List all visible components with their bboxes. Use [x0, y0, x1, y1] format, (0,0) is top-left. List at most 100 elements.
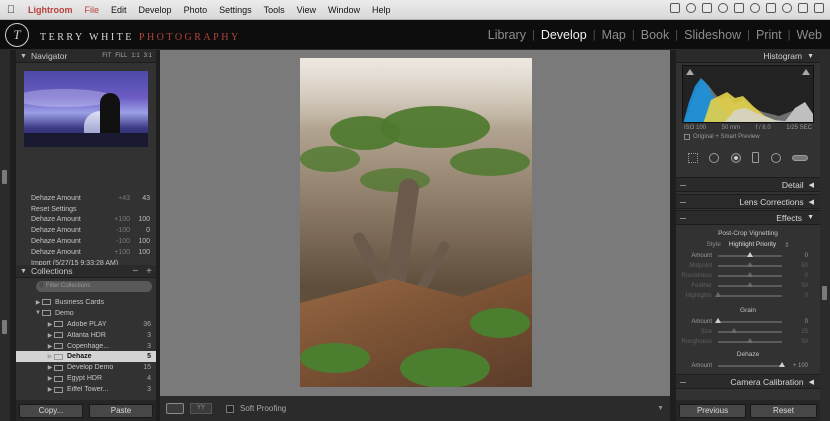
slider-row[interactable]: Feather 50 — [676, 281, 820, 291]
creative-cloud-icon[interactable] — [686, 3, 696, 13]
expand-triangle-icon[interactable]: ▶ — [46, 343, 54, 350]
add-collection-button[interactable]: + — [146, 266, 152, 277]
slider-row[interactable]: Size 25 — [676, 327, 820, 337]
zoom-fit[interactable]: FIT — [102, 53, 111, 59]
module-map[interactable]: Map — [596, 28, 632, 42]
collection-item[interactable]: ▶ Dehaze 5 — [16, 351, 156, 363]
clock-icon[interactable] — [750, 3, 760, 13]
slider-track[interactable] — [718, 252, 782, 257]
menu-window[interactable]: Window — [322, 5, 366, 15]
paste-button[interactable]: Paste — [89, 403, 153, 418]
slider-thumb[interactable] — [747, 252, 753, 257]
collection-item[interactable]: ▶ Egypt HDR 4 — [16, 373, 156, 384]
module-library[interactable]: Library — [482, 28, 532, 42]
slider-track[interactable] — [718, 338, 782, 343]
collection-item[interactable]: ▶ Eiffel Tower... 3 — [16, 384, 156, 395]
zoom-3-1[interactable]: 3:1 — [144, 53, 152, 59]
image-canvas[interactable] — [160, 50, 670, 396]
module-web[interactable]: Web — [791, 28, 828, 42]
zoom-fill[interactable]: FILL — [115, 53, 127, 59]
menu-help[interactable]: Help — [366, 5, 397, 15]
module-book[interactable]: Book — [635, 28, 676, 42]
slider-thumb[interactable] — [747, 282, 753, 287]
collection-item[interactable]: ▶ Copenhage... 3 — [16, 341, 156, 352]
expand-triangle-icon[interactable]: ◀ — [809, 181, 814, 189]
remove-collection-button[interactable]: − — [132, 266, 138, 277]
effects-section-header[interactable]: Effects ▼ — [676, 210, 820, 225]
collection-item[interactable]: ▶ Business Cards — [16, 297, 156, 308]
copy-button[interactable]: Copy... — [19, 403, 83, 418]
left-panel-toggle-icon[interactable] — [2, 170, 7, 184]
slider-track[interactable] — [718, 262, 782, 267]
collapse-triangle-icon[interactable]: ▼ — [807, 214, 814, 221]
spot-removal-icon[interactable] — [709, 152, 720, 163]
expand-triangle-icon[interactable]: ◀ — [809, 378, 814, 386]
shadow-clipping-icon[interactable] — [686, 69, 694, 75]
adjustment-brush-icon[interactable] — [792, 154, 809, 161]
expand-triangle-icon[interactable]: ▶ — [46, 332, 54, 339]
menu-app[interactable]: Lightroom — [22, 5, 79, 15]
collapse-triangle-icon[interactable]: ▼ — [34, 310, 42, 316]
slider-track[interactable] — [718, 282, 782, 287]
detail-section-header[interactable]: Detail ◀ — [676, 177, 820, 192]
wifi-icon[interactable] — [782, 3, 792, 13]
slider-track[interactable] — [715, 318, 782, 323]
expand-triangle-icon[interactable]: ▶ — [46, 364, 54, 371]
history-step[interactable]: Dehaze Amount -100 0 — [16, 225, 156, 236]
slider-row[interactable]: Amount + 100 — [676, 361, 820, 371]
collection-item[interactable]: ▶ Adobe PLAY 36 — [16, 319, 156, 330]
previous-button[interactable]: Previous — [679, 403, 746, 418]
module-print[interactable]: Print — [750, 28, 788, 42]
collapse-triangle-icon[interactable]: ▼ — [20, 53, 27, 60]
expand-triangle-icon[interactable]: ▶ — [46, 375, 54, 382]
module-slideshow[interactable]: Slideshow — [678, 28, 747, 42]
history-step[interactable]: Dehaze Amount +100 100 — [16, 215, 156, 226]
slider-row[interactable]: Highlights 0 — [676, 291, 820, 301]
zoom-1-1[interactable]: 1:1 — [131, 53, 139, 59]
collections-filter-input[interactable]: ⚲ Filter Collections — [36, 281, 152, 292]
navigator-preview[interactable] — [24, 71, 148, 147]
expand-triangle-icon[interactable]: ◀ — [809, 198, 814, 206]
radial-filter-icon[interactable] — [770, 152, 781, 163]
slider-row[interactable]: Midpoint 50 — [676, 261, 820, 271]
graduated-filter-icon[interactable] — [752, 152, 760, 163]
left-panel-scroll-handle[interactable] — [2, 320, 7, 334]
expand-triangle-icon[interactable]: ▶ — [34, 299, 42, 306]
main-photo[interactable] — [300, 58, 532, 387]
histogram-graph[interactable] — [682, 65, 814, 123]
module-develop[interactable]: Develop — [535, 28, 593, 42]
slider-row[interactable]: Roundness 0 — [676, 271, 820, 281]
collection-item[interactable]: ▶ Atlanta HDR 3 — [16, 330, 156, 341]
red-eye-icon[interactable] — [730, 152, 741, 163]
expand-triangle-icon[interactable]: ▶ — [46, 353, 54, 360]
right-panel-scroll-handle[interactable] — [822, 286, 827, 300]
style-value[interactable]: Highlight Priority — [729, 241, 776, 249]
slider-thumb[interactable] — [747, 338, 753, 343]
evernote-icon[interactable] — [702, 3, 712, 13]
slider-thumb[interactable] — [779, 362, 785, 367]
battery-icon[interactable] — [814, 3, 824, 13]
bluetooth-icon[interactable] — [766, 3, 776, 13]
collapse-triangle-icon[interactable]: ▼ — [807, 53, 814, 60]
expand-triangle-icon[interactable]: ▶ — [46, 321, 54, 328]
slider-row[interactable]: Amount 0 — [676, 251, 820, 261]
collection-item[interactable]: ▶ Develop Demo 15 — [16, 362, 156, 373]
slider-thumb[interactable] — [715, 292, 721, 297]
expand-triangle-icon[interactable]: ▶ — [46, 386, 54, 393]
reset-button[interactable]: Reset — [750, 403, 817, 418]
display-icon[interactable] — [734, 3, 744, 13]
history-step[interactable]: Dehaze Amount +100 100 — [16, 247, 156, 258]
highlight-clipping-icon[interactable] — [802, 69, 810, 75]
menu-file[interactable]: File — [79, 5, 106, 15]
collapse-triangle-icon[interactable]: ▼ — [20, 268, 27, 275]
menu-edit[interactable]: Edit — [105, 5, 133, 15]
slider-row[interactable]: Roughness 50 — [676, 337, 820, 347]
style-dropdown-icon[interactable]: ⇕ — [784, 241, 789, 249]
dropbox-icon[interactable] — [670, 3, 680, 13]
toolbar-menu-icon[interactable]: ▼ — [657, 405, 664, 412]
menu-photo[interactable]: Photo — [178, 5, 214, 15]
before-after-button[interactable]: YY — [190, 403, 212, 414]
slider-row[interactable]: Amount 0 — [676, 317, 820, 327]
collection-item[interactable]: ▼ Demo — [16, 308, 156, 319]
slider-thumb[interactable] — [747, 272, 753, 277]
